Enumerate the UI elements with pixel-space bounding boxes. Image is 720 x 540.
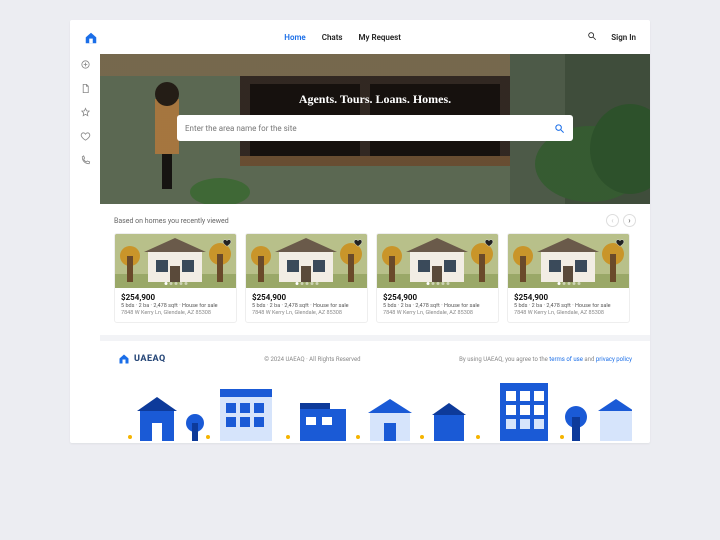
pager-prev-icon[interactable]: ‹	[606, 214, 619, 227]
section-title: Based on homes you recently viewed	[114, 217, 229, 225]
listing-meta: 5 bds · 2 ba · 2,478 sqft · House for sa…	[514, 303, 623, 309]
listing-card[interactable]: $254,900 5 bds · 2 ba · 2,478 sqft · Hou…	[376, 233, 499, 323]
listing-price: $254,900	[121, 293, 230, 302]
sidebar-heart-icon[interactable]	[79, 130, 91, 142]
sidebar-phone-icon[interactable]	[79, 154, 91, 166]
listing-price: $254,900	[383, 293, 492, 302]
main-nav: Home Chats My Request	[284, 33, 401, 42]
listing-meta: 5 bds · 2 ba · 2,478 sqft · House for sa…	[252, 303, 361, 309]
carousel-dots	[295, 282, 318, 285]
search-icon[interactable]	[587, 31, 597, 43]
favorite-heart-icon[interactable]	[615, 238, 625, 248]
listing-card[interactable]: $254,900 5 bds · 2 ba · 2,478 sqft · Hou…	[507, 233, 630, 323]
logo-icon	[84, 30, 98, 44]
favorite-heart-icon[interactable]	[222, 238, 232, 248]
favorite-heart-icon[interactable]	[484, 238, 494, 248]
nav-home[interactable]: Home	[284, 33, 305, 42]
footer: UAEAQ © 2024 UAEAQ · All Rights Reserved…	[100, 335, 650, 443]
footer-legal: By using UAEAQ, you agree to the terms o…	[459, 356, 632, 363]
listing-address: 7848 W Kerry Ln, Glendale, AZ 85308	[252, 310, 361, 316]
carousel-dots	[557, 282, 580, 285]
footer-copyright: © 2024 UAEAQ · All Rights Reserved	[166, 356, 459, 363]
listing-thumb	[377, 234, 498, 288]
hero: Agents. Tours. Loans. Homes.	[100, 54, 650, 204]
sidebar-add-icon[interactable]	[79, 58, 91, 70]
listing-address: 7848 W Kerry Ln, Glendale, AZ 85308	[514, 310, 623, 316]
listing-address: 7848 W Kerry Ln, Glendale, AZ 85308	[121, 310, 230, 316]
sidebar-star-icon[interactable]	[79, 106, 91, 118]
listing-thumb	[508, 234, 629, 288]
listing-meta: 5 bds · 2 ba · 2,478 sqft · House for sa…	[383, 303, 492, 309]
carousel-dots	[164, 282, 187, 285]
signin-link[interactable]: Sign In	[611, 33, 636, 42]
footer-illustration	[118, 375, 632, 443]
hero-search-submit-icon[interactable]	[554, 123, 565, 134]
hero-search	[177, 115, 573, 141]
favorite-heart-icon[interactable]	[353, 238, 363, 248]
pager-next-icon[interactable]: ›	[623, 214, 636, 227]
privacy-link[interactable]: privacy policy	[596, 356, 632, 363]
nav-chats[interactable]: Chats	[322, 33, 343, 42]
listing-card[interactable]: $254,900 5 bds · 2 ba · 2,478 sqft · Hou…	[114, 233, 237, 323]
listing-address: 7848 W Kerry Ln, Glendale, AZ 85308	[383, 310, 492, 316]
listing-meta: 5 bds · 2 ba · 2,478 sqft · House for sa…	[121, 303, 230, 309]
listing-card[interactable]: $254,900 5 bds · 2 ba · 2,478 sqft · Hou…	[245, 233, 368, 323]
listing-thumb	[246, 234, 367, 288]
pager: ‹ ›	[606, 214, 636, 227]
hero-title: Agents. Tours. Loans. Homes.	[177, 92, 573, 107]
recent-section: Based on homes you recently viewed ‹ › $…	[100, 204, 650, 335]
listing-price: $254,900	[514, 293, 623, 302]
listing-price: $254,900	[252, 293, 361, 302]
sidebar-doc-icon[interactable]	[79, 82, 91, 94]
terms-link[interactable]: terms of use	[549, 356, 583, 363]
footer-brand-name: UAEAQ	[134, 354, 166, 364]
nav-myrequest[interactable]: My Request	[359, 33, 401, 42]
footer-brand: UAEAQ	[118, 353, 166, 365]
sidebar	[70, 54, 100, 443]
carousel-dots	[426, 282, 449, 285]
topbar: Home Chats My Request Sign In	[70, 20, 650, 54]
hero-search-input[interactable]	[185, 124, 554, 133]
listing-thumb	[115, 234, 236, 288]
